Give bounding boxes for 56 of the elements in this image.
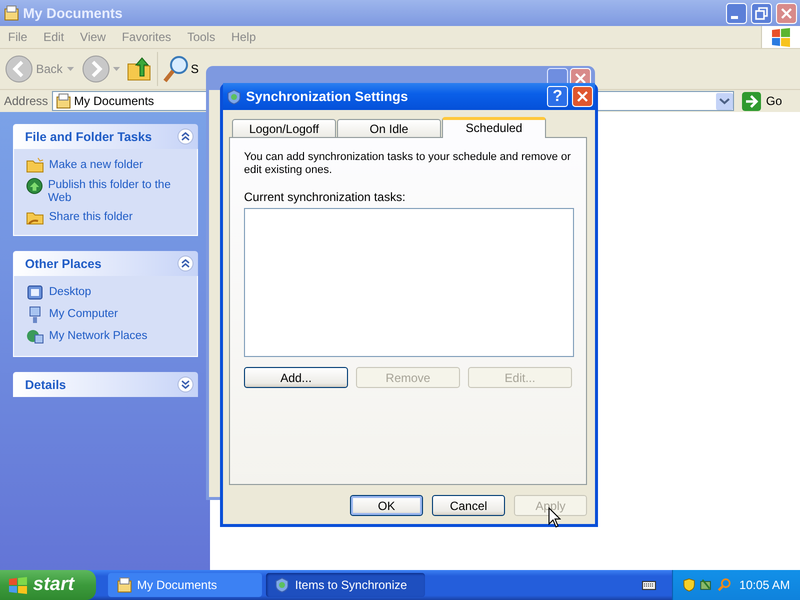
dialog-button[interactable]: Cancel <box>432 495 505 516</box>
menu-item[interactable]: Edit <box>35 30 72 44</box>
close-icon[interactable] <box>776 2 797 24</box>
documents-icon <box>3 5 19 21</box>
shield-icon[interactable] <box>683 577 696 593</box>
window-title: My Documents <box>23 5 124 21</box>
minimize-icon[interactable] <box>726 2 747 24</box>
folder-icon <box>26 157 44 173</box>
caret-icon <box>66 67 74 71</box>
globe-icon <box>26 177 43 195</box>
desktop-icon <box>26 284 44 302</box>
sync-icon <box>274 577 290 593</box>
close-icon[interactable] <box>572 86 593 107</box>
tab[interactable]: On Idle <box>337 119 441 137</box>
windows-logo-icon <box>770 27 792 47</box>
clock: 10:05 AM <box>739 578 790 592</box>
taskbar-button[interactable]: Items to Synchronize <box>266 573 425 597</box>
task-link[interactable]: My Computer <box>49 308 118 321</box>
chevron-icon[interactable] <box>177 255 194 272</box>
task-link[interactable]: Publish this folder to the Web <box>48 179 189 205</box>
menu-item[interactable]: View <box>72 30 114 44</box>
chevron-icon[interactable] <box>177 128 194 145</box>
start-button[interactable]: start <box>0 570 96 600</box>
dropdown-icon[interactable] <box>716 92 733 110</box>
menu-item[interactable]: Help <box>223 30 264 44</box>
dialog-title: Synchronization Settings <box>246 89 410 104</box>
menu-item[interactable]: File <box>0 30 36 44</box>
address-label: Address <box>4 94 48 108</box>
search-icon[interactable] <box>162 55 189 83</box>
tab[interactable]: Logon/Logoff <box>232 119 336 137</box>
task-link[interactable]: Make a new folder <box>49 159 143 172</box>
taskbar-button[interactable]: My Documents <box>108 573 262 597</box>
task-link[interactable]: Desktop <box>49 286 92 299</box>
tab[interactable]: Scheduled <box>442 117 546 138</box>
keyboard-icon[interactable] <box>642 579 656 591</box>
back-label[interactable]: Back <box>36 62 63 76</box>
search-label[interactable]: S <box>190 62 199 76</box>
list-label: Current synchronization tasks: <box>244 190 406 204</box>
task-link[interactable]: My Network Places <box>49 330 148 343</box>
go-arrow-icon <box>742 92 761 110</box>
caret-icon <box>112 67 120 71</box>
sync-icon <box>226 88 242 104</box>
dialog-button[interactable]: OK <box>350 495 423 516</box>
network-icon <box>26 328 44 346</box>
menu-item[interactable]: Favorites <box>114 30 180 44</box>
task-link[interactable]: Share this folder <box>49 211 133 224</box>
go-button[interactable]: Go <box>738 92 796 110</box>
menu-item[interactable]: Tools <box>179 30 224 44</box>
help-button[interactable]: ? <box>547 86 568 107</box>
description-text: You can add synchronization tasks to your schedule and remove or edit existing ones. <box>244 151 572 177</box>
windows-logo-icon <box>8 576 28 594</box>
chevron-icon[interactable] <box>177 376 194 393</box>
restore-icon[interactable] <box>751 2 772 24</box>
up-folder-icon[interactable] <box>126 56 152 82</box>
action-button[interactable]: Add... <box>244 367 348 388</box>
documents-icon <box>116 577 132 593</box>
